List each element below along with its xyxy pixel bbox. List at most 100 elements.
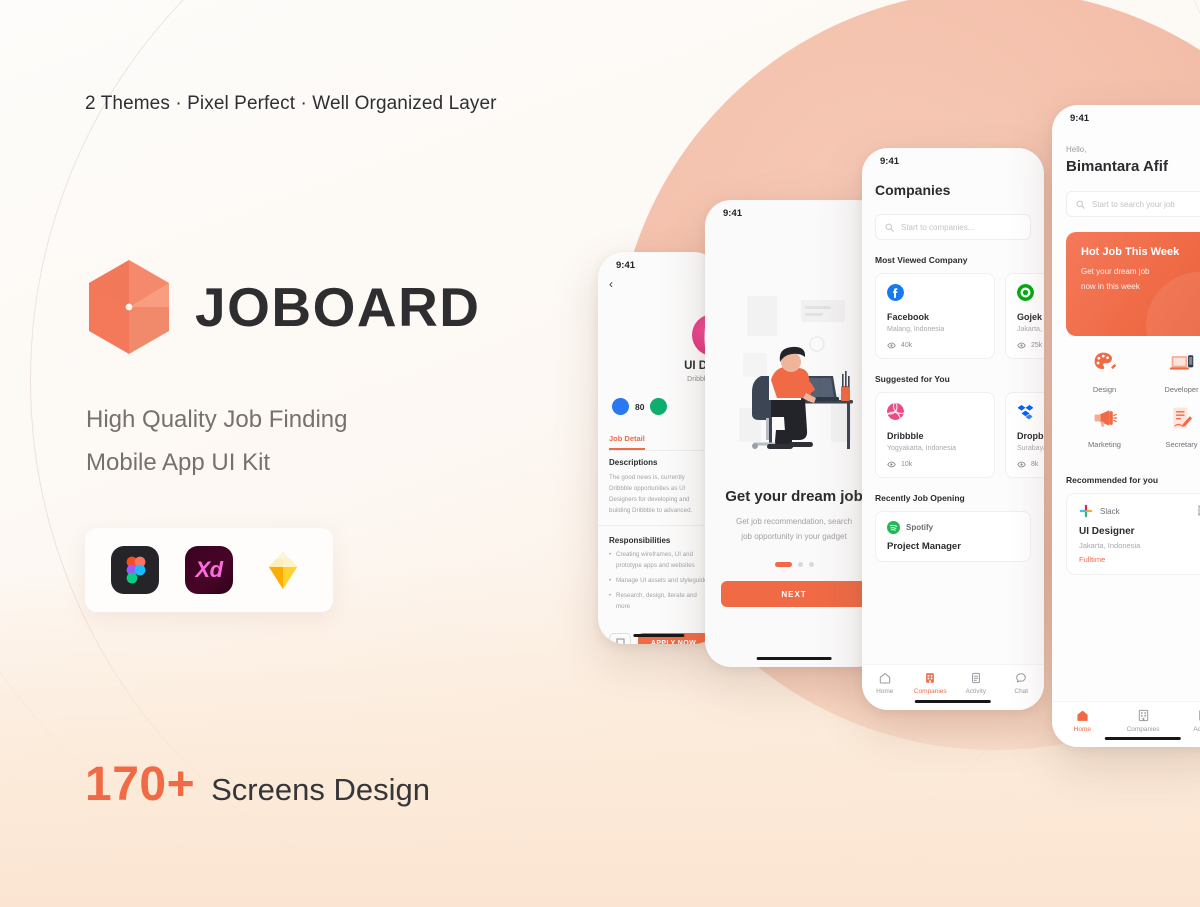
tab-companies[interactable]: Companies xyxy=(908,672,954,695)
company-views: 25k xyxy=(1017,342,1044,349)
tab-chat[interactable]: Chat xyxy=(999,672,1045,695)
company-views: 10k xyxy=(887,461,983,468)
company-views: 8k xyxy=(1017,461,1044,468)
category-label: Secretary xyxy=(1165,440,1198,449)
status-time: 9:41 xyxy=(880,155,900,167)
megaphone-icon xyxy=(1094,410,1117,427)
status-time: 9:41 xyxy=(723,207,743,219)
banner-title: Hot Job This Week xyxy=(1081,246,1180,258)
category-marketing[interactable]: Marketing xyxy=(1066,405,1143,449)
status-icon xyxy=(650,398,668,415)
applicants-icon xyxy=(612,398,629,415)
section-title-most-viewed: Most Viewed Company xyxy=(875,255,968,265)
subtitle-line-2: Mobile App UI Kit xyxy=(86,449,271,476)
tab-activity[interactable]: Activity xyxy=(953,672,999,695)
status-time: 9:41 xyxy=(616,259,636,271)
category-secretary[interactable]: Secretary xyxy=(1143,405,1200,449)
slack-icon xyxy=(1079,504,1093,518)
company-views-count: 25k xyxy=(1031,342,1043,349)
tab-home[interactable]: Home xyxy=(1052,709,1113,733)
facebook-icon xyxy=(887,284,904,301)
company-card[interactable]: Dropbox Surabaya, Indonesia 8k xyxy=(1005,392,1044,478)
bookmark-icon[interactable] xyxy=(609,633,631,644)
page-title: Companies xyxy=(875,182,951,198)
search-placeholder: Start to companies... xyxy=(901,222,975,232)
company-card[interactable]: Gojek Jakarta, Indonesia 25k xyxy=(1005,273,1044,359)
responsibility-item: Creating wireframes, UI and prototype ap… xyxy=(609,549,709,571)
category-developer[interactable]: Developer xyxy=(1143,350,1200,394)
company-name: Facebook xyxy=(887,312,930,322)
tab-home[interactable]: Home xyxy=(862,672,908,695)
pagination-dots[interactable] xyxy=(705,562,883,567)
phone-mockup-companies: 9:41 Companies Start to companies... Mos… xyxy=(862,148,1044,710)
pagination-dot[interactable] xyxy=(808,562,814,567)
home-indicator xyxy=(756,656,832,660)
back-button[interactable]: ‹ xyxy=(609,278,709,290)
banner-description-line-1: Get your dream job xyxy=(1081,267,1150,276)
tab-job-detail[interactable]: Job Detail xyxy=(609,434,645,450)
section-title-recently-opening: Recently Job Opening xyxy=(875,493,965,503)
screens-count: 170+ Screens Design xyxy=(85,757,430,812)
recommended-job-company-name: Slack xyxy=(1100,506,1120,516)
status-bar: 9:41 xyxy=(705,200,883,226)
category-grid: Design Developer Marketing Secretary xyxy=(1066,350,1200,460)
section-title-recommended: Recommended for you xyxy=(1066,475,1159,485)
recommended-job-type: Fulltime xyxy=(1079,555,1106,564)
sketch-icon xyxy=(259,546,307,594)
subtitle-line-1: High Quality Job Finding xyxy=(86,406,348,433)
hot-job-banner[interactable]: Hot Job This Week Get your dream job now… xyxy=(1066,232,1200,336)
eye-icon xyxy=(1017,461,1026,468)
company-name: Dribbble xyxy=(887,431,924,441)
next-button[interactable]: NEXT xyxy=(721,581,867,607)
job-card-company: Spotify xyxy=(887,521,1019,534)
company-location: Yogyakarta, Indonesia xyxy=(887,445,957,452)
phone-mockup-onboarding: 9:41 Get your dream job Get job recommen… xyxy=(705,200,883,667)
home-indicator xyxy=(914,699,992,703)
onboarding-description: Get job recommendation, search job oppor… xyxy=(715,514,873,544)
onboarding-description-line-2: job opportunity in your gadget xyxy=(741,532,847,541)
brand-name: JOBOARD xyxy=(195,276,481,338)
company-card[interactable]: Dribbble Yogyakarta, Indonesia 10k xyxy=(875,392,995,478)
category-label: Developer xyxy=(1164,385,1199,394)
search-input[interactable]: Start to search your job xyxy=(1066,191,1200,217)
eye-icon xyxy=(1017,342,1026,349)
status-time: 9:41 xyxy=(1070,112,1090,124)
tab-companies-label: Companies xyxy=(1126,726,1160,733)
company-name: Gojek xyxy=(1017,312,1043,322)
brand-lockup: JOBOARD xyxy=(85,258,481,356)
company-views: 40k xyxy=(887,342,983,349)
document-pen-icon xyxy=(1172,407,1192,429)
company-card[interactable]: Facebook Malang, Indonesia 40k xyxy=(875,273,995,359)
bottom-tab-bar: Home Companies Activity Chat xyxy=(862,664,1044,710)
screens-count-label: Screens Design xyxy=(211,772,430,807)
recommended-job-card[interactable]: Slack UI Designer Jakarta, Indonesia Ful… xyxy=(1066,493,1200,575)
responsibility-item: Manage UI assets and styleguide xyxy=(609,575,709,586)
banner-description: Get your dream job now in this week xyxy=(1081,264,1200,294)
pagination-dot-active[interactable] xyxy=(774,562,792,567)
marketing-copy: 2 Themes · Pixel Perfect · Well Organize… xyxy=(85,0,605,907)
eye-icon xyxy=(887,461,896,468)
category-design[interactable]: Design xyxy=(1066,350,1143,394)
greeting-label: Hello, xyxy=(1066,145,1087,154)
status-bar: 9:41 xyxy=(862,148,1044,174)
pagination-dot[interactable] xyxy=(797,562,803,567)
hexagon-cube-logo-icon xyxy=(89,260,169,354)
section-heading-responsibilities: Responsibilities xyxy=(609,536,671,545)
search-input[interactable]: Start to companies... xyxy=(875,214,1031,240)
bottom-tab-bar: Home Companies Activity xyxy=(1052,701,1200,747)
company-card-row: Facebook Malang, Indonesia 40k Gojek Jak… xyxy=(875,273,1044,359)
company-views-count: 8k xyxy=(1031,461,1039,468)
screens-count-number: 170+ xyxy=(85,758,196,811)
tab-companies[interactable]: Companies xyxy=(1113,709,1174,733)
brand-subtitle: High Quality Job Finding Mobile App UI K… xyxy=(86,398,347,484)
section-body-descriptions: The good news is, currently Dribbble opp… xyxy=(609,474,693,514)
category-label: Design xyxy=(1092,385,1117,394)
tagline: 2 Themes · Pixel Perfect · Well Organize… xyxy=(85,93,497,114)
detail-tabs[interactable]: Job Detail xyxy=(609,433,720,451)
job-card[interactable]: Spotify Project Manager xyxy=(875,511,1031,562)
phone-mockup-job-detail: 9:41 ‹ UI Designer Dribbble · Fulltime 8… xyxy=(598,252,720,644)
job-sections: Descriptions The good news is, currently… xyxy=(598,458,720,612)
responsibility-item: Research, design, iterate and more xyxy=(609,590,709,612)
onboarding-description-line-1: Get job recommendation, search xyxy=(735,517,853,526)
tab-activity[interactable]: Activity xyxy=(1173,709,1200,733)
